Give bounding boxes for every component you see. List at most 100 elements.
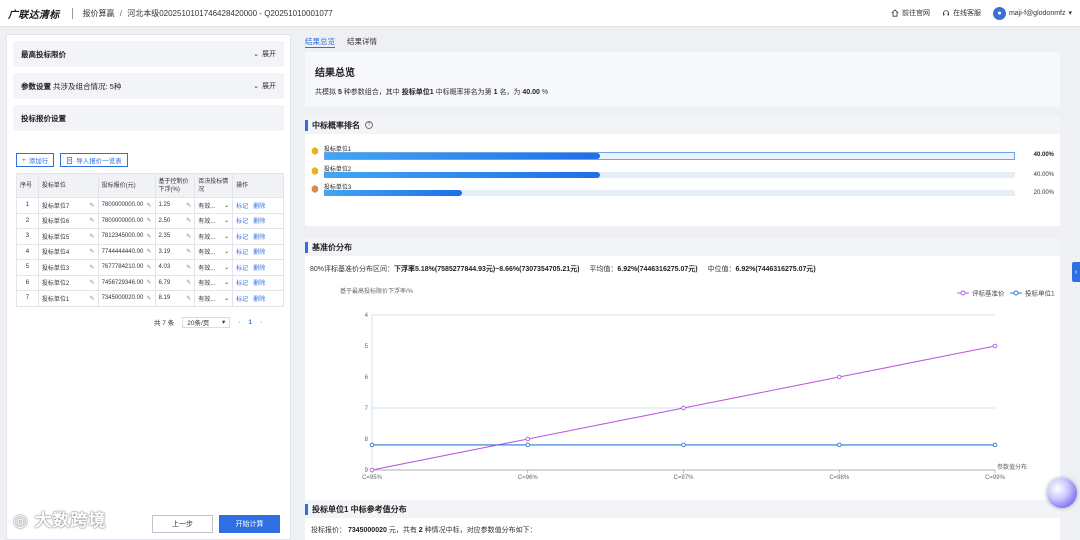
cell-unit[interactable]: 投标单位7 ✎ — [37, 197, 99, 214]
tab-detail[interactable]: 结果详情 — [347, 34, 377, 47]
data-point[interactable] — [525, 442, 530, 448]
edit-icon[interactable]: ✎ — [147, 248, 152, 255]
mark-link[interactable]: 标记 — [236, 204, 248, 210]
cell-veto[interactable]: 有效... ⌄ — [194, 212, 234, 229]
cell-price[interactable]: 7744444440.00 ✎ — [97, 243, 156, 260]
cell-veto[interactable]: 有效... ⌄ — [194, 274, 234, 291]
mark-link[interactable]: 标记 — [236, 281, 248, 287]
cell-rate[interactable]: 2.35 ✎ — [154, 228, 196, 245]
add-row-button[interactable]: + 添加行 — [16, 153, 55, 167]
data-point[interactable] — [837, 374, 842, 380]
prev-page-icon[interactable]: ‹ — [238, 319, 240, 326]
edit-icon[interactable]: ✎ — [186, 264, 191, 271]
help-icon[interactable]: ? — [365, 121, 373, 129]
cell-unit[interactable]: 投标单位6 ✎ — [37, 212, 99, 229]
cell-price[interactable]: 7345000020.00 ✎ — [97, 290, 156, 307]
cell-unit[interactable]: 投标单位4 ✎ — [37, 243, 99, 260]
edit-icon[interactable]: ✎ — [90, 233, 95, 240]
user-menu[interactable]: ● maji-f@glodonmfz ▾ — [992, 6, 1072, 20]
data-point[interactable] — [369, 467, 375, 473]
cell-rate[interactable]: 8.19 ✎ — [154, 290, 196, 307]
cell-price[interactable]: 7800000000.00 ✎ — [97, 197, 156, 214]
edit-icon[interactable]: ✎ — [186, 279, 191, 286]
previous-step-button[interactable]: 上一步 — [152, 515, 213, 533]
cell-price[interactable]: 7677784210.00 ✎ — [97, 259, 156, 276]
data-point[interactable] — [681, 442, 686, 448]
edit-icon[interactable]: ✎ — [90, 264, 95, 271]
edit-icon[interactable]: ✎ — [90, 295, 95, 302]
edit-icon[interactable]: ✎ — [90, 279, 95, 286]
cell-veto[interactable]: 有效... ⌄ — [194, 228, 234, 245]
cell-unit[interactable]: 投标单位5 ✎ — [37, 228, 99, 245]
edit-icon[interactable]: ✎ — [90, 217, 95, 224]
data-point[interactable] — [992, 343, 998, 349]
side-collapse-tab[interactable]: ‹ — [1072, 262, 1080, 282]
cell-rate[interactable]: 1.25 ✎ — [154, 197, 196, 214]
cell-veto[interactable]: 有效... ⌄ — [194, 259, 234, 276]
cell-rate[interactable]: 2.50 ✎ — [154, 212, 196, 229]
mark-link[interactable]: 标记 — [236, 250, 248, 256]
cell-price[interactable]: 7800000000.00 ✎ — [97, 212, 156, 229]
tab-summary[interactable]: 结果总览 — [305, 34, 335, 48]
delete-link[interactable]: 删除 — [253, 297, 265, 303]
cell-veto[interactable]: 有效... ⌄ — [194, 243, 234, 260]
delete-link[interactable]: 删除 — [253, 204, 265, 210]
edit-icon[interactable]: ✎ — [186, 248, 191, 255]
support-link[interactable]: 在线客服 — [942, 8, 981, 18]
edit-icon[interactable]: ✎ — [90, 202, 95, 209]
accordion-params[interactable]: 参数设置 共涉及组合情况: 5种 ⌄ 展开 — [13, 73, 284, 99]
watermark-text: 大数跨境 — [34, 511, 107, 530]
delete-link[interactable]: 删除 — [253, 281, 265, 287]
expand-toggle[interactable]: ⌄ 展开 — [253, 81, 276, 91]
assistant-orb-icon[interactable] — [1047, 478, 1077, 508]
overview-title: 结果总览 — [315, 68, 355, 79]
cell-unit[interactable]: 投标单位1 ✎ — [37, 290, 99, 307]
mark-link[interactable]: 标记 — [236, 219, 248, 225]
edit-icon[interactable]: ✎ — [147, 279, 152, 286]
cell-price[interactable]: 7812345000.00 ✎ — [97, 228, 156, 245]
brand-logo[interactable]: 广联达清标 — [8, 6, 60, 21]
delete-link[interactable]: 删除 — [253, 235, 265, 241]
breadcrumb-item-quote[interactable]: 报价算赢 — [83, 9, 115, 18]
edit-icon[interactable]: ✎ — [186, 233, 191, 240]
start-calculation-button[interactable]: 开始计算 — [219, 515, 280, 533]
edit-icon[interactable]: ✎ — [90, 248, 95, 255]
edit-icon[interactable]: ✎ — [147, 295, 152, 302]
cell-veto[interactable]: 有效... ⌄ — [194, 290, 234, 307]
cell-price[interactable]: 7456729346.00 ✎ — [97, 274, 156, 291]
legend-entry[interactable]: 评标基准价 — [972, 289, 1005, 298]
bid-table-body: 1 投标单位7 ✎ 7800000000.00 ✎ 1.25 ✎ 有效... ⌄ 标记 删除 2 投标… — [16, 197, 284, 307]
cell-unit[interactable]: 投标单位2 ✎ — [37, 274, 99, 291]
import-quote-button[interactable]: 导入报价一览表 — [60, 153, 128, 167]
data-point[interactable] — [837, 442, 842, 448]
edit-icon[interactable]: ✎ — [147, 217, 152, 224]
edit-icon[interactable]: ✎ — [147, 264, 152, 271]
delete-link[interactable]: 删除 — [253, 219, 265, 225]
cell-rate[interactable]: 4.03 ✎ — [154, 259, 196, 276]
delete-link[interactable]: 删除 — [253, 266, 265, 272]
edit-icon[interactable]: ✎ — [147, 202, 152, 209]
edit-icon[interactable]: ✎ — [147, 233, 152, 240]
edit-icon[interactable]: ✎ — [186, 217, 191, 224]
cell-rate[interactable]: 3.19 ✎ — [154, 243, 196, 260]
delete-link[interactable]: 删除 — [253, 250, 265, 256]
legend-entry[interactable]: 投标单位1 — [1025, 289, 1055, 298]
expand-toggle[interactable]: ⌄ 展开 — [253, 49, 276, 59]
edit-icon[interactable]: ✎ — [186, 295, 191, 302]
page-size-select[interactable]: 20条/页 ▾ — [182, 316, 231, 328]
data-point[interactable] — [369, 442, 375, 448]
data-point[interactable] — [681, 405, 686, 411]
mark-link[interactable]: 标记 — [236, 235, 248, 241]
cell-rate[interactable]: 6.79 ✎ — [154, 274, 196, 291]
edit-icon[interactable]: ✎ — [186, 202, 191, 209]
mark-link[interactable]: 标记 — [236, 266, 248, 272]
cell-veto[interactable]: 有效... ⌄ — [194, 197, 234, 214]
data-point[interactable] — [525, 436, 530, 442]
visit-site-link[interactable]: 前往官网 — [891, 8, 930, 18]
cell-unit[interactable]: 投标单位3 ✎ — [37, 259, 99, 276]
accordion-highest-limit[interactable]: 最高投标限价 ⌄ 展开 — [13, 41, 284, 67]
mark-link[interactable]: 标记 — [236, 297, 248, 303]
next-page-icon[interactable]: › — [260, 319, 262, 326]
data-point[interactable] — [992, 442, 998, 448]
page-current[interactable]: 1 — [248, 319, 252, 326]
